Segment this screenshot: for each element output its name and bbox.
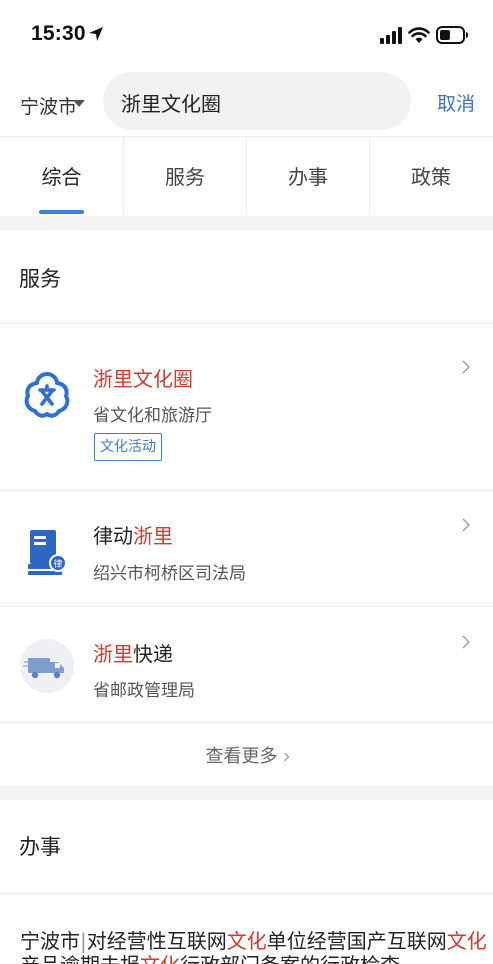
wifi-icon [408, 27, 430, 43]
tab-affairs[interactable]: 办事 [246, 137, 369, 215]
battery-icon [436, 26, 468, 44]
tab-policies[interactable]: 政策 [369, 137, 492, 215]
view-more-button[interactable]: 查看更多 [0, 742, 493, 768]
status-time: 15:30 [31, 22, 86, 45]
divider [0, 323, 493, 324]
result-text: 行政部门备案的行政检查 [180, 953, 400, 964]
service-provider: 绍兴市柯桥区司法局 [93, 564, 246, 584]
section-title-affairs: 办事 [19, 835, 61, 859]
divider [0, 893, 493, 894]
culture-icon [24, 372, 70, 418]
delivery-truck-icon [20, 639, 74, 693]
title-suffix: 快递 [133, 642, 173, 666]
service-provider: 省文化和旅游厅 [93, 406, 212, 426]
cellular-signal-icon [380, 27, 402, 44]
divider [0, 606, 493, 607]
svg-text:律: 律 [53, 558, 62, 570]
divider [0, 722, 493, 723]
title-prefix: 律动 [93, 524, 133, 548]
title-highlight: 浙里 [93, 642, 133, 666]
service-provider: 省邮政管理局 [93, 681, 195, 701]
result-text: 产品逾期未报 [20, 953, 140, 964]
chevron-right-icon [280, 752, 289, 762]
view-more-label: 查看更多 [205, 746, 278, 767]
tab-services[interactable]: 服务 [123, 137, 246, 215]
title-highlight: 浙里文化圈 [93, 367, 193, 391]
divider [0, 490, 493, 491]
active-tab-indicator [39, 210, 84, 214]
caret-down-icon[interactable] [73, 100, 85, 107]
search-header: 宁波市 浙里文化圈 取消 [0, 70, 493, 136]
service-title: 浙里快递 [93, 638, 173, 667]
result-highlight: 文化 [446, 929, 487, 953]
chevron-right-icon [462, 518, 470, 532]
search-query[interactable]: 浙里文化圈 [121, 88, 221, 117]
search-input[interactable]: 浙里文化圈 [103, 72, 411, 130]
service-tag: 文化活动 [94, 433, 162, 461]
chevron-right-icon [462, 635, 470, 649]
cancel-button[interactable]: 取消 [437, 89, 475, 116]
location-arrow-icon [89, 27, 103, 41]
affairs-result-title-line2[interactable]: 产品逾期未报文化行政部门备案的行政检查 [20, 949, 400, 964]
service-title: 律动浙里 [93, 520, 173, 549]
law-book-icon: 律 [28, 530, 67, 575]
chevron-right-icon [462, 360, 470, 374]
result-highlight: 文化 [140, 953, 180, 964]
affairs-section: 办事 宁波市|对经营性互联网文化单位经营国产互联网文化 产品逾期未报文化行政部门… [0, 800, 493, 964]
title-highlight: 浙里 [133, 524, 173, 548]
category-tabs: 综合 服务 办事 政策 [0, 136, 493, 216]
tab-comprehensive[interactable]: 综合 [0, 137, 123, 215]
service-section: 服务 浙里文化圈 省文化和旅游厅 文化活动 律 律动浙里 绍兴市柯桥区司法局 浙… [0, 230, 493, 786]
service-title: 浙里文化圈 [93, 363, 193, 392]
section-title-services: 服务 [19, 267, 61, 291]
status-bar: 15:30 [0, 0, 493, 70]
city-selector[interactable]: 宁波市 [20, 92, 77, 119]
